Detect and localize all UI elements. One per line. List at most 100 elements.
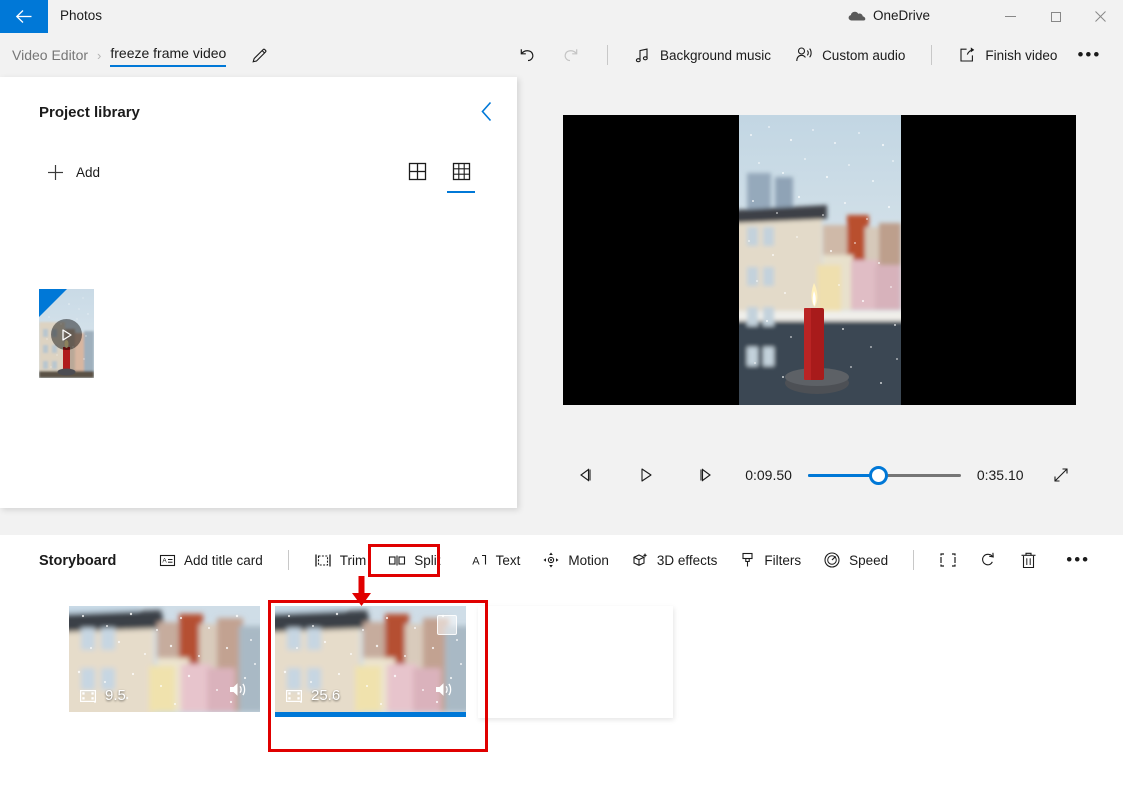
next-frame-button[interactable] [691,457,721,493]
project-name[interactable]: freeze frame video [110,45,226,65]
person-audio-icon [796,47,812,62]
back-button[interactable] [0,0,48,33]
custom-audio-label: Custom audio [822,47,906,63]
motion-button[interactable]: Motion [531,542,620,578]
finish-video-label: Finish video [985,47,1058,63]
previous-frame-icon [580,468,591,482]
storyboard-more-button[interactable]: ••• [1058,540,1098,580]
rename-project-button[interactable] [250,46,269,65]
speed-button[interactable]: Speed [812,542,899,578]
breadcrumb-separator: › [97,47,102,63]
split-button[interactable]: Split [377,542,451,578]
breadcrumb: Video Editor › freeze frame video [12,45,269,67]
scrubber-thumb[interactable] [869,465,889,485]
command-separator-2 [931,45,933,65]
minimize-icon [1005,16,1016,17]
library-view-toggles [401,155,477,193]
resize-button[interactable] [928,542,968,578]
breadcrumb-video-editor[interactable]: Video Editor [12,47,88,63]
clip-audio-indicator[interactable] [434,681,454,703]
motion-label: Motion [568,552,609,568]
clip-wrapper: 25.6 [275,606,466,717]
background-music-button[interactable]: Background music [622,35,783,75]
clip-audio-indicator[interactable] [228,681,248,703]
film-strip-icon [80,689,96,702]
redo-icon [564,49,578,62]
app-name: Photos [60,8,103,23]
fullscreen-button[interactable] [1046,457,1076,493]
command-more-button[interactable]: ••• [1069,35,1109,75]
project-library-panel: Project library Add [0,77,517,508]
storyboard-separator-1 [287,550,289,570]
trim-label: Trim [339,552,367,568]
trim-button[interactable]: Trim [303,542,378,578]
window-controls [988,0,1123,33]
speed-label: Speed [849,552,889,568]
command-bar: Video Editor › freeze frame video Backgr… [0,33,1123,77]
onedrive-status[interactable]: OneDrive [848,8,930,23]
photos-video-editor-window: Photos OneDrive Video Editor › freeze fr… [0,0,1123,788]
onedrive-label: OneDrive [873,8,931,23]
maximize-button[interactable] [1033,0,1078,33]
undo-button[interactable] [505,35,549,75]
speed-gauge-icon [824,552,840,568]
library-thumbnail[interactable] [39,289,94,378]
play-button[interactable] [630,457,660,493]
minimize-button[interactable] [988,0,1033,33]
clip-drop-zone[interactable] [478,606,673,718]
playback-controls: 0:09.50 0:35.10 [563,455,1076,495]
text-icon: A [472,554,486,567]
plus-icon [48,165,63,180]
add-title-card-button[interactable]: A Add title card [148,542,274,578]
collapse-library-button[interactable] [469,93,505,129]
trim-icon [315,554,331,566]
add-media-label: Add [76,165,101,180]
chevron-left-icon [480,101,491,121]
resize-fit-icon [940,553,956,567]
back-arrow-icon [15,10,31,23]
fullscreen-icon [1054,468,1068,482]
library-thumbnail-play-button[interactable] [51,319,82,350]
close-button[interactable] [1078,0,1123,33]
filters-button[interactable]: Filters [728,542,812,578]
svg-text:A: A [472,555,480,567]
pencil-icon [252,48,267,63]
filters-icon [742,552,753,567]
video-preview[interactable] [563,115,1076,405]
storyboard-clip[interactable]: 25.6 [275,606,466,712]
music-note-icon [635,47,648,62]
view-small-grid-button[interactable] [445,155,477,193]
3d-effects-label: 3D effects [656,552,718,568]
scrubber[interactable] [807,465,961,485]
clip-selected-indicator [275,712,466,717]
storyboard-clip[interactable]: 9.5 [69,606,260,712]
project-name-wrap: freeze frame video [110,45,227,67]
3d-effects-button[interactable]: 3D effects [620,542,729,578]
clip-duration: 25.6 [311,687,341,704]
speaker-icon [230,683,246,696]
text-label: Text [495,552,521,568]
redo-button[interactable] [549,35,593,75]
finish-video-button[interactable]: Finish video [946,35,1069,75]
library-thumbnail-selected-corner [39,289,67,317]
undo-icon [520,49,534,62]
delete-button[interactable] [1008,542,1048,578]
add-media-button[interactable]: Add [42,157,108,188]
clip-select-checkbox[interactable] [437,615,457,635]
storyboard-title: Storyboard [39,553,117,569]
view-large-grid-button[interactable] [401,155,433,187]
clip-duration: 9.5 [105,687,126,704]
rotate-icon [982,552,995,566]
title-card-icon: A [159,554,176,566]
custom-audio-button[interactable]: Custom audio [783,35,917,75]
storyboard-panel: Storyboard A Add title card Trim Split A… [0,535,1123,788]
rotate-button[interactable] [968,542,1008,578]
trash-icon [1021,552,1036,568]
motion-icon [543,552,559,568]
project-library-title: Project library [39,104,140,121]
play-triangle-icon [62,328,72,341]
previous-frame-button[interactable] [570,457,600,493]
text-button[interactable]: A Text [460,542,532,578]
clip-wrapper: 9.5 [69,606,260,712]
share-export-icon [960,47,975,62]
